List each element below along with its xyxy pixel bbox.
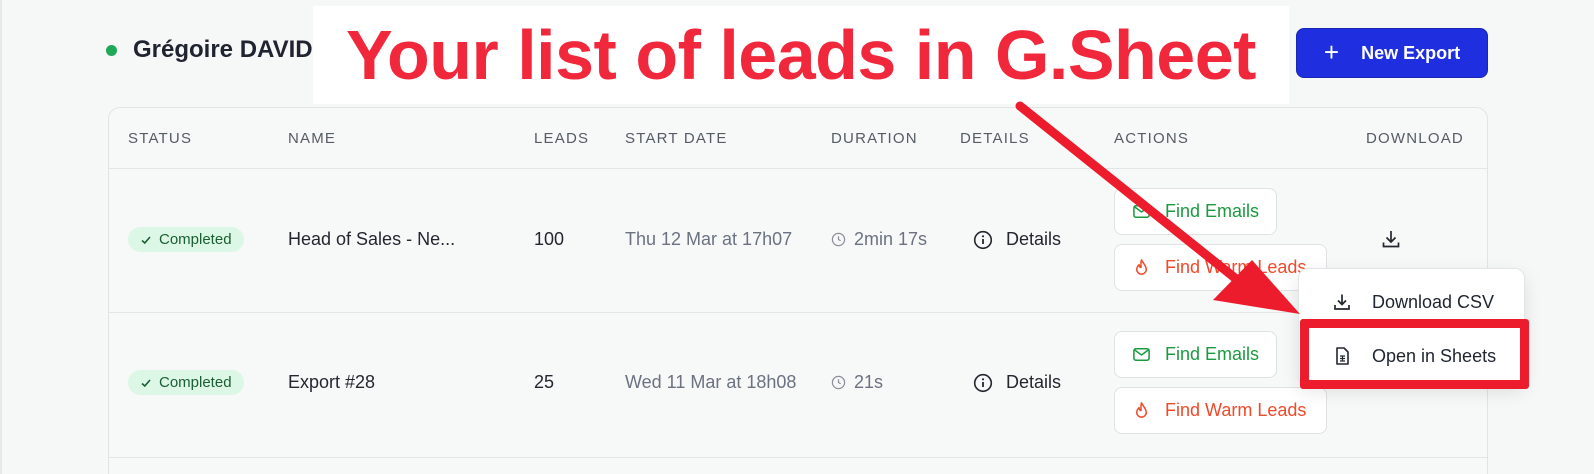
info-icon xyxy=(973,373,993,392)
find-emails-button[interactable]: Find Emails xyxy=(1114,331,1277,378)
header-duration: DURATION xyxy=(831,130,918,147)
info-icon xyxy=(973,230,993,249)
export-name[interactable]: Export #28 xyxy=(288,372,375,393)
status-badge: Completed xyxy=(128,227,244,252)
check-icon xyxy=(141,378,151,387)
table-row: Completed Export #28 25 Wed 11 Mar at 18… xyxy=(109,313,1487,458)
download-csv-label: Download CSV xyxy=(1372,291,1495,312)
duration: 21s xyxy=(831,372,883,393)
clock-icon xyxy=(831,375,846,390)
find-emails-button[interactable]: Find Emails xyxy=(1114,188,1277,235)
header-leads: LEADS xyxy=(534,130,590,147)
status-badge: Completed xyxy=(128,370,244,395)
header-name: NAME xyxy=(288,130,337,147)
annotation-highlight-box xyxy=(1300,319,1529,389)
find-warm-leads-label: Find Warm Leads xyxy=(1165,400,1307,420)
header-details: DETAILS xyxy=(960,130,1030,147)
annotation-callout-text: Your list of leads in G.Sheet xyxy=(346,16,1256,94)
flame-icon xyxy=(1135,402,1148,418)
details-link[interactable]: Details xyxy=(973,229,1061,250)
leads-count: 25 xyxy=(534,372,555,392)
details-label: Details xyxy=(1006,372,1062,392)
find-warm-leads-label: Find Warm Leads xyxy=(1165,257,1307,277)
leads-count: 100 xyxy=(534,229,565,249)
find-warm-leads-button[interactable]: Find Warm Leads xyxy=(1114,387,1327,434)
details-label: Details xyxy=(1006,229,1062,249)
download-icon xyxy=(1334,294,1350,310)
table-row: Completed Head of Sales - Ne... 100 Thu … xyxy=(109,169,1487,313)
find-emails-label: Find Emails xyxy=(1165,201,1260,221)
find-warm-leads-button[interactable]: Find Warm Leads xyxy=(1114,244,1327,291)
table-header: STATUS NAME LEADS START DATE DURATION DE… xyxy=(109,108,1487,169)
user-name: Grégoire DAVID xyxy=(133,36,313,63)
duration-text: 2min 17s xyxy=(854,229,928,249)
status-label: Completed xyxy=(159,231,232,248)
header-status: STATUS xyxy=(128,130,193,147)
status-label: Completed xyxy=(159,374,232,391)
plus-icon: + xyxy=(1323,36,1340,67)
user-header: Grégoire DAVID xyxy=(106,36,313,64)
export-name[interactable]: Head of Sales - Ne... xyxy=(288,229,455,250)
left-rail xyxy=(0,0,2,474)
mail-check-icon xyxy=(1133,205,1150,218)
new-export-button[interactable]: + New Export xyxy=(1296,28,1488,78)
header-download: DOWNLOAD xyxy=(1366,130,1464,147)
new-export-label: New Export xyxy=(1361,42,1461,63)
download-icon[interactable] xyxy=(1380,228,1402,250)
header-actions: ACTIONS xyxy=(1114,130,1190,147)
clock-icon xyxy=(831,232,846,247)
online-status-dot xyxy=(106,44,117,56)
flame-icon xyxy=(1135,259,1148,275)
start-date: Wed 11 Mar at 18h08 xyxy=(625,372,797,392)
start-date: Thu 12 Mar at 17h07 xyxy=(625,229,793,249)
find-emails-label: Find Emails xyxy=(1165,344,1260,364)
check-icon xyxy=(141,235,151,244)
duration-text: 21s xyxy=(854,372,884,392)
details-link[interactable]: Details xyxy=(973,372,1061,393)
annotation-callout: Your list of leads in G.Sheet xyxy=(313,6,1289,104)
duration: 2min 17s xyxy=(831,229,927,250)
mail-check-icon xyxy=(1133,348,1150,361)
exports-table: STATUS NAME LEADS START DATE DURATION DE… xyxy=(108,107,1488,474)
header-start-date: START DATE xyxy=(625,130,728,147)
